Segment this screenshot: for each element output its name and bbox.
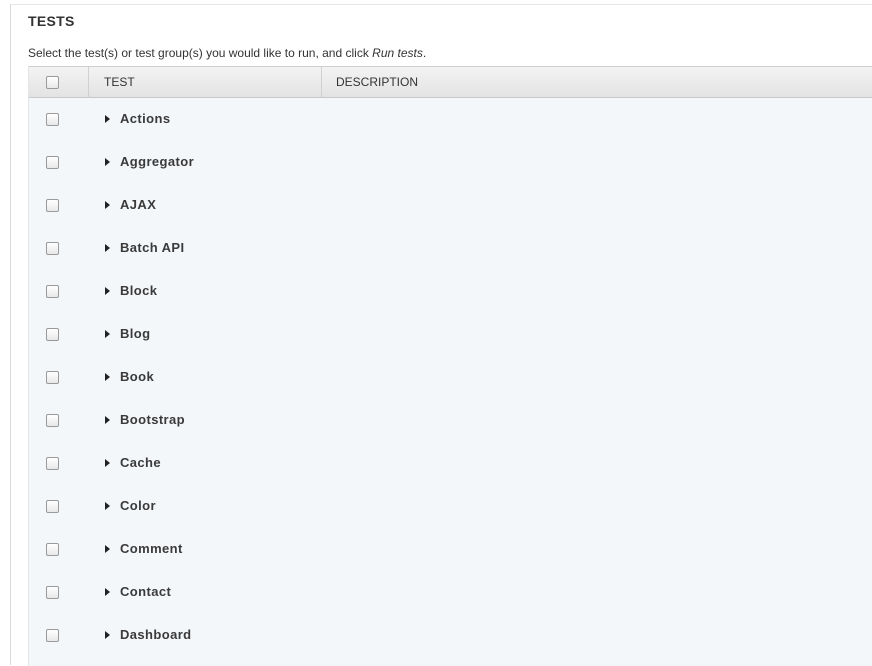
select-all-checkbox[interactable]: [46, 76, 59, 89]
expand-caret-icon[interactable]: [105, 330, 110, 338]
row-checkbox[interactable]: [46, 586, 59, 599]
table-row: Color: [29, 485, 872, 528]
expand-caret-icon[interactable]: [105, 545, 110, 553]
test-group-label[interactable]: Aggregator: [120, 154, 194, 169]
test-group-label[interactable]: Bootstrap: [120, 412, 185, 427]
row-checkbox[interactable]: [46, 629, 59, 642]
table-row: Actions: [29, 98, 872, 141]
run-tests-emphasis: Run tests: [372, 46, 423, 60]
test-group-label[interactable]: Book: [120, 369, 154, 384]
test-group-label[interactable]: Cache: [120, 455, 161, 470]
description-text: Select the test(s) or test group(s) you …: [28, 46, 373, 60]
row-checkbox[interactable]: [46, 457, 59, 470]
row-checkbox[interactable]: [46, 328, 59, 341]
expand-caret-icon[interactable]: [105, 201, 110, 209]
column-header-description[interactable]: DESCRIPTION: [322, 67, 872, 98]
expand-caret-icon[interactable]: [105, 158, 110, 166]
column-header-test[interactable]: TEST: [89, 67, 322, 98]
row-checkbox[interactable]: [46, 543, 59, 556]
table-row: Contact: [29, 571, 872, 614]
test-group-label[interactable]: Actions: [120, 111, 170, 126]
expand-caret-icon[interactable]: [105, 287, 110, 295]
test-group-label[interactable]: Dashboard: [120, 627, 192, 642]
expand-caret-icon[interactable]: [105, 244, 110, 252]
expand-caret-icon[interactable]: [105, 459, 110, 467]
table-header: TEST DESCRIPTION: [29, 66, 872, 98]
test-group-label[interactable]: Blog: [120, 326, 150, 341]
expand-caret-icon[interactable]: [105, 115, 110, 123]
row-checkbox[interactable]: [46, 371, 59, 384]
select-all-cell: [29, 67, 89, 98]
test-group-label[interactable]: AJAX: [120, 197, 156, 212]
description-suffix: .: [422, 46, 427, 60]
expand-caret-icon[interactable]: [105, 588, 110, 596]
row-checkbox[interactable]: [46, 414, 59, 427]
row-checkbox[interactable]: [46, 285, 59, 298]
table-row: Comment: [29, 528, 872, 571]
row-checkbox[interactable]: [46, 242, 59, 255]
section-title: TESTS: [28, 13, 75, 29]
expand-caret-icon[interactable]: [105, 631, 110, 639]
table-row: Batch API: [29, 227, 872, 270]
row-checkbox[interactable]: [46, 156, 59, 169]
test-group-label[interactable]: Contact: [120, 584, 171, 599]
test-group-label[interactable]: Block: [120, 283, 157, 298]
test-group-label[interactable]: Color: [120, 498, 156, 513]
table-row: Blog: [29, 313, 872, 356]
tests-table: TEST DESCRIPTION Actions Aggregator AJAX…: [28, 66, 872, 666]
row-checkbox[interactable]: [46, 113, 59, 126]
test-group-label[interactable]: Batch API: [120, 240, 185, 255]
section-description: Select the test(s) or test group(s) you …: [28, 46, 426, 60]
table-row: Block: [29, 270, 872, 313]
table-row: Bootstrap: [29, 399, 872, 442]
table-row: Book: [29, 356, 872, 399]
test-group-label[interactable]: Comment: [120, 541, 183, 556]
table-row: Aggregator: [29, 141, 872, 184]
table-row: Cache: [29, 442, 872, 485]
table-row: AJAX: [29, 184, 872, 227]
expand-caret-icon[interactable]: [105, 373, 110, 381]
row-checkbox[interactable]: [46, 199, 59, 212]
row-checkbox[interactable]: [46, 500, 59, 513]
expand-caret-icon[interactable]: [105, 502, 110, 510]
expand-caret-icon[interactable]: [105, 416, 110, 424]
table-row: Dashboard: [29, 614, 872, 657]
